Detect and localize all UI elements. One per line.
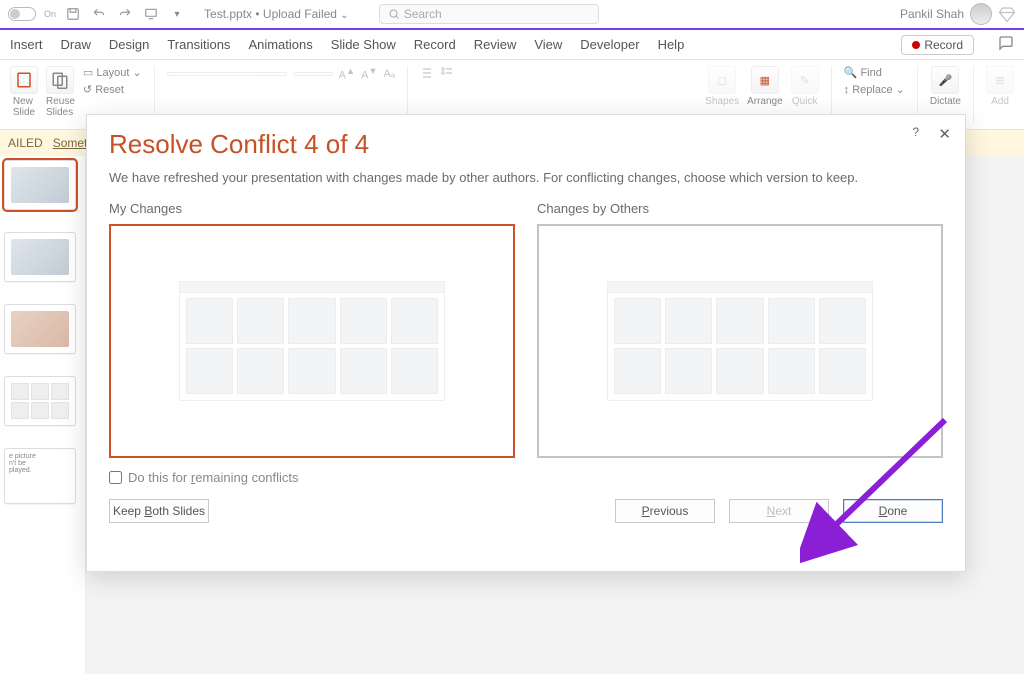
remaining-conflicts-checkbox[interactable]: Do this for remaining conflicts bbox=[109, 470, 943, 485]
tab-review[interactable]: Review bbox=[474, 37, 517, 52]
add-button[interactable]: ⊞Add bbox=[986, 66, 1014, 107]
tab-design[interactable]: Design bbox=[109, 37, 149, 52]
tab-draw[interactable]: Draw bbox=[61, 37, 91, 52]
dialog-close-icon[interactable]: ✕ bbox=[938, 125, 951, 143]
others-changes-label: Changes by Others bbox=[537, 201, 943, 216]
keep-both-button[interactable]: Keep Both Slides bbox=[109, 499, 209, 523]
replace-button[interactable]: ↕ Replace ⌄ bbox=[844, 83, 905, 96]
tab-help[interactable]: Help bbox=[658, 37, 685, 52]
qat-more-icon[interactable]: ▾ bbox=[168, 5, 186, 23]
slide-thumb-2[interactable] bbox=[4, 232, 76, 282]
search-box[interactable]: Search bbox=[379, 4, 599, 24]
record-button[interactable]: Record bbox=[901, 35, 974, 55]
tab-transitions[interactable]: Transitions bbox=[167, 37, 230, 52]
arrange-button[interactable]: ▦Arrange bbox=[747, 66, 783, 107]
next-button: Next bbox=[729, 499, 829, 523]
reset-button[interactable]: ↺ Reset bbox=[83, 83, 142, 96]
my-changes-label: My Changes bbox=[109, 201, 515, 216]
tab-slideshow[interactable]: Slide Show bbox=[331, 37, 396, 52]
user-account[interactable]: Pankil Shah bbox=[900, 3, 992, 25]
quick-styles-button[interactable]: ✎Quick bbox=[791, 66, 819, 107]
tab-developer[interactable]: Developer bbox=[580, 37, 639, 52]
others-changes-preview[interactable] bbox=[537, 224, 943, 458]
dialog-title: Resolve Conflict 4 of 4 bbox=[109, 129, 943, 160]
slide-thumb-1[interactable] bbox=[4, 160, 76, 210]
autosave-label: On bbox=[44, 9, 56, 19]
save-icon[interactable] bbox=[64, 5, 82, 23]
slide-thumb-3[interactable] bbox=[4, 304, 76, 354]
undo-icon[interactable] bbox=[90, 5, 108, 23]
reuse-slides-button[interactable]: Reuse Slides bbox=[46, 66, 75, 118]
layout-button[interactable]: ▭ Layout ⌄ bbox=[83, 66, 142, 79]
previous-button[interactable]: Previous bbox=[615, 499, 715, 523]
search-placeholder: Search bbox=[404, 7, 442, 21]
resolve-conflict-dialog: ? ✕ Resolve Conflict 4 of 4 We have refr… bbox=[86, 114, 966, 572]
tab-record[interactable]: Record bbox=[414, 37, 456, 52]
done-button[interactable]: Done bbox=[843, 499, 943, 523]
autosave-toggle[interactable] bbox=[8, 7, 36, 21]
avatar bbox=[970, 3, 992, 25]
slide-thumb-5[interactable]: e picture n't be played. bbox=[4, 448, 76, 504]
redo-icon[interactable] bbox=[116, 5, 134, 23]
find-button[interactable]: 🔍 Find bbox=[844, 66, 905, 79]
new-slide-button[interactable]: New Slide bbox=[10, 66, 38, 118]
document-title: Test.pptx • Upload Failed ⌄ bbox=[204, 7, 349, 21]
tab-animations[interactable]: Animations bbox=[248, 37, 312, 52]
tab-insert[interactable]: Insert bbox=[10, 37, 43, 52]
comments-icon[interactable] bbox=[998, 35, 1014, 54]
from-beginning-icon[interactable] bbox=[142, 5, 160, 23]
premium-icon[interactable] bbox=[998, 5, 1016, 23]
dialog-description: We have refreshed your presentation with… bbox=[109, 170, 943, 185]
shapes-button[interactable]: ◻Shapes bbox=[705, 66, 739, 107]
dictate-button[interactable]: 🎤Dictate bbox=[930, 66, 961, 107]
slide-thumb-4[interactable] bbox=[4, 376, 76, 426]
user-name: Pankil Shah bbox=[900, 7, 964, 21]
tab-view[interactable]: View bbox=[534, 37, 562, 52]
my-changes-preview[interactable] bbox=[109, 224, 515, 458]
infobar-badge: AILED bbox=[8, 136, 43, 150]
dialog-help-icon[interactable]: ? bbox=[912, 125, 919, 139]
